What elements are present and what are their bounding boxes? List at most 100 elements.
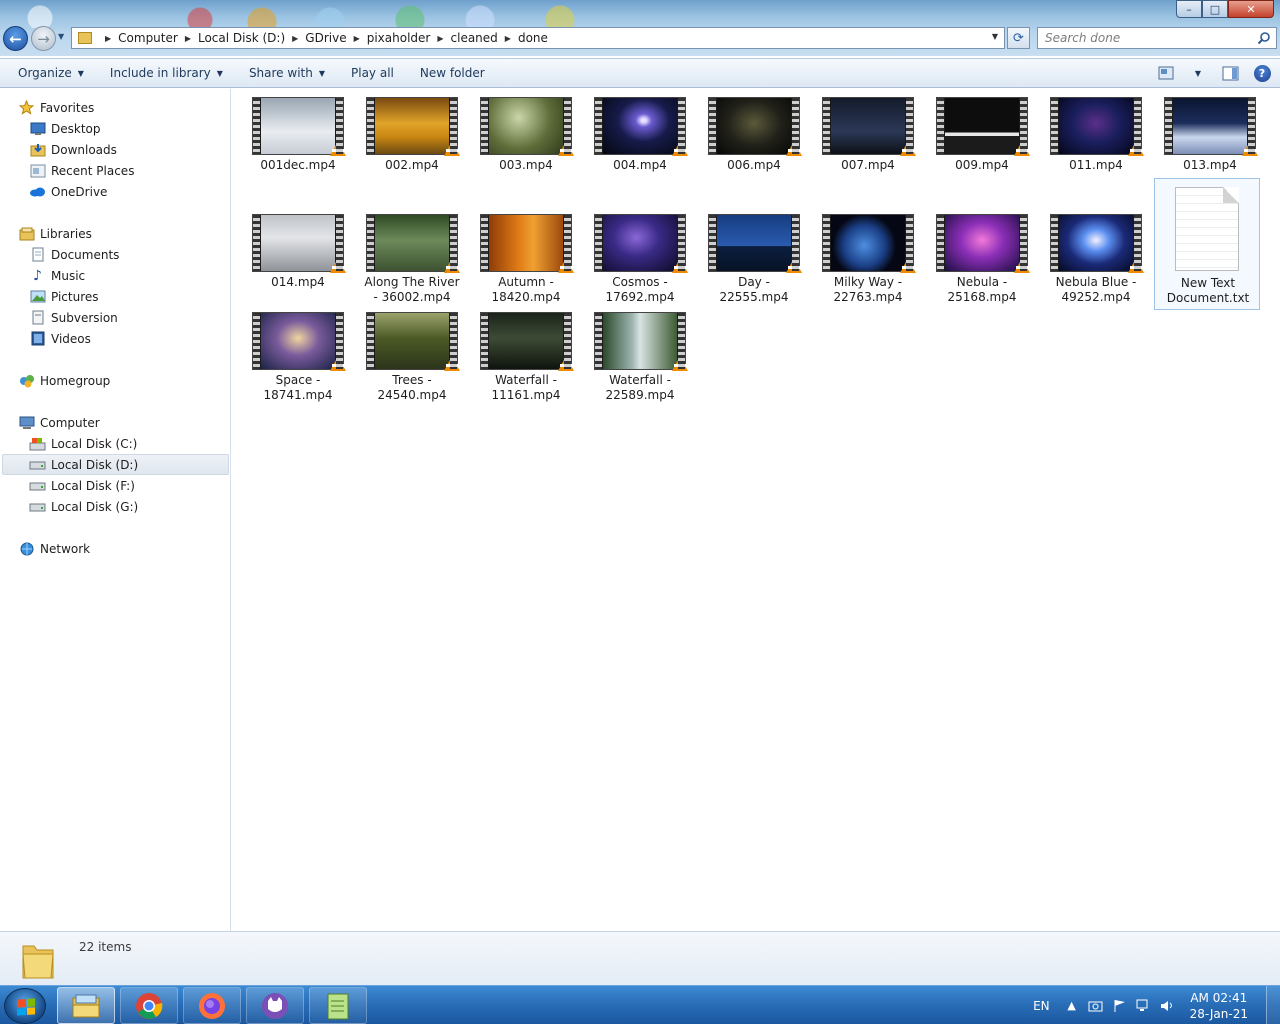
file-name-label: New Text Document.txt [1166, 276, 1250, 305]
file-tile-video[interactable]: 009.mp4 [932, 89, 1032, 201]
vlc-cone-icon [1242, 141, 1258, 156]
organize-menu[interactable]: Organize ▼ [10, 61, 92, 85]
file-tile-video[interactable]: 001dec.mp4 [248, 89, 348, 201]
file-tile-video[interactable]: Nebula - 25168.mp4 [932, 206, 1032, 318]
thumbnail-image [603, 313, 677, 369]
nav-local-disk-f[interactable]: Local Disk (F:) [29, 475, 135, 496]
minimize-button[interactable]: – [1176, 0, 1202, 18]
network-status-icon[interactable] [1136, 998, 1152, 1014]
nav-local-disk-c[interactable]: Local Disk (C:) [29, 433, 137, 454]
nav-libraries[interactable]: Libraries [18, 223, 92, 244]
nav-subversion[interactable]: Subversion [29, 307, 118, 328]
forward-button[interactable]: → [31, 26, 56, 51]
file-tile-video[interactable]: Day - 22555.mp4 [704, 206, 804, 318]
taskbar-firefox[interactable] [183, 987, 241, 1024]
share-with-menu[interactable]: Share with ▼ [241, 61, 333, 85]
include-in-library-menu[interactable]: Include in library ▼ [102, 61, 231, 85]
homegroup-icon [18, 373, 35, 389]
breadcrumb-separator-icon[interactable]: ▶ [505, 34, 511, 43]
file-tile-video[interactable]: Trees - 24540.mp4 [362, 304, 462, 416]
nav-computer[interactable]: Computer [18, 412, 100, 433]
nav-videos[interactable]: Videos [29, 328, 91, 349]
address-bar[interactable]: ▶ Computer ▶ Local Disk (D:) ▶ GDrive ▶ … [71, 27, 1005, 49]
vlc-cone-icon [330, 356, 346, 371]
search-input[interactable] [1038, 28, 1248, 48]
nav-pictures[interactable]: Pictures [29, 286, 99, 307]
new-folder-button[interactable]: New folder [412, 61, 493, 85]
more-views-dropdown[interactable]: ▼ [1188, 63, 1208, 83]
breadcrumb-local-disk-d[interactable]: Local Disk (D:) [198, 31, 285, 45]
nav-network[interactable]: Network [18, 538, 90, 559]
nav-local-disk-d[interactable]: Local Disk (D:) [29, 454, 138, 475]
breadcrumb-pixaholder[interactable]: pixaholder [367, 31, 431, 45]
action-center-flag-icon[interactable] [1112, 998, 1128, 1014]
refresh-button[interactable]: ⟳ [1007, 27, 1030, 49]
clock[interactable]: AM 02:41 28-Jan-21 [1190, 990, 1248, 1022]
vlc-cone-icon [1014, 141, 1030, 156]
nav-downloads[interactable]: Downloads [29, 139, 117, 160]
file-tile-video[interactable]: 004.mp4 [590, 89, 690, 201]
network-icon [18, 541, 35, 557]
file-tile-video[interactable]: 003.mp4 [476, 89, 576, 201]
volume-icon[interactable] [1160, 998, 1176, 1014]
taskbar-notepad-plus-plus[interactable] [309, 987, 367, 1024]
change-view-button[interactable] [1156, 63, 1176, 83]
play-all-button[interactable]: Play all [343, 61, 402, 85]
nav-documents[interactable]: Documents [29, 244, 119, 265]
file-tile-video[interactable]: Cosmos - 17692.mp4 [590, 206, 690, 318]
taskbar-file-explorer[interactable] [57, 987, 115, 1024]
breadcrumb-cleaned[interactable]: cleaned [451, 31, 498, 45]
show-desktop-button[interactable] [1266, 986, 1280, 1024]
file-tile-video[interactable]: 002.mp4 [362, 89, 462, 201]
file-tile-video[interactable]: Milky Way - 22763.mp4 [818, 206, 918, 318]
recent-pages-dropdown[interactable]: ▼ [58, 32, 64, 41]
show-hidden-icons-button[interactable]: ▲ [1064, 998, 1080, 1014]
file-tile-video[interactable]: 014.mp4 [248, 206, 348, 318]
breadcrumb-separator-icon[interactable]: ▶ [185, 34, 191, 43]
breadcrumb-separator-icon[interactable]: ▶ [354, 34, 360, 43]
taskbar-github-desktop[interactable] [246, 987, 304, 1024]
breadcrumb-separator-icon[interactable]: ▶ [292, 34, 298, 43]
star-icon [18, 100, 35, 116]
language-indicator[interactable]: EN [1033, 999, 1050, 1013]
back-button[interactable]: ← [3, 26, 28, 51]
video-thumbnail [1050, 97, 1144, 156]
nav-recent-places[interactable]: Recent Places [29, 160, 134, 181]
file-tile-video[interactable]: Waterfall - 11161.mp4 [476, 304, 576, 416]
help-button[interactable]: ? [1252, 63, 1272, 83]
file-tile-video[interactable]: 007.mp4 [818, 89, 918, 201]
file-tile-text-document[interactable]: New Text Document.txt [1154, 178, 1260, 310]
camera-icon[interactable] [1088, 998, 1104, 1014]
nav-local-disk-g[interactable]: Local Disk (G:) [29, 496, 138, 517]
taskbar-chrome[interactable] [120, 987, 178, 1024]
breadcrumb-separator-icon[interactable]: ▶ [437, 34, 443, 43]
nav-homegroup[interactable]: Homegroup [18, 370, 110, 391]
file-tile-video[interactable]: Space - 18741.mp4 [248, 304, 348, 416]
file-tile-video[interactable]: Along The River - 36002.mp4 [362, 206, 462, 318]
breadcrumb-gdrive[interactable]: GDrive [305, 31, 346, 45]
breadcrumb-separator-icon[interactable]: ▶ [105, 34, 111, 43]
chevron-down-icon: ▼ [216, 68, 223, 78]
start-button[interactable] [4, 988, 46, 1024]
thumbnail-image [375, 313, 449, 369]
file-tile-video[interactable]: Nebula Blue - 49252.mp4 [1046, 206, 1146, 318]
documents-icon [29, 247, 46, 263]
breadcrumb-computer[interactable]: Computer [118, 31, 178, 45]
close-button[interactable]: ✕ [1228, 0, 1274, 18]
nav-music[interactable]: ♪ Music [29, 265, 85, 286]
search-box[interactable] [1037, 27, 1277, 49]
nav-onedrive[interactable]: OneDrive [29, 181, 107, 202]
address-history-dropdown[interactable]: ▼ [992, 32, 998, 41]
file-tile-video[interactable]: 011.mp4 [1046, 89, 1146, 201]
file-tile-video[interactable]: Autumn - 18420.mp4 [476, 206, 576, 318]
system-tray: EN ▲ AM 02:41 28-Jan-21 [1033, 986, 1280, 1024]
file-tile-video[interactable]: 006.mp4 [704, 89, 804, 201]
breadcrumb-done[interactable]: done [518, 31, 548, 45]
vlc-cone-icon [558, 356, 574, 371]
search-icon[interactable] [1257, 31, 1271, 45]
maximize-button[interactable]: □ [1202, 0, 1228, 18]
file-tile-video[interactable]: Waterfall - 22589.mp4 [590, 304, 690, 416]
preview-pane-button[interactable] [1220, 63, 1240, 83]
nav-favorites[interactable]: Favorites [18, 97, 94, 118]
nav-desktop[interactable]: Desktop [29, 118, 101, 139]
